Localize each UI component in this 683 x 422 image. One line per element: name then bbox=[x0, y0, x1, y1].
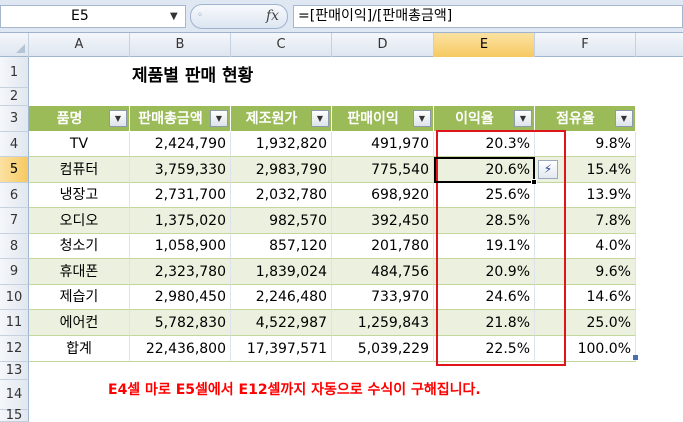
table-cell-total-sales[interactable]: 1,375,020 bbox=[130, 208, 231, 234]
row-header-3[interactable]: 3 bbox=[0, 106, 29, 132]
table-cell-cost[interactable]: 982,570 bbox=[231, 208, 332, 234]
sheet-title: 제품별 판매 현황 bbox=[132, 66, 254, 86]
column-header-e[interactable]: E bbox=[434, 33, 535, 57]
row-header-1[interactable]: 1 bbox=[0, 57, 29, 88]
name-box[interactable]: E5 bbox=[0, 5, 186, 28]
table-cell-profit[interactable]: 698,920 bbox=[332, 183, 434, 208]
row-header-14[interactable]: 14 bbox=[0, 380, 29, 410]
filter-dropdown-icon[interactable]: ▼ bbox=[311, 110, 329, 127]
table-cell-total-sales[interactable]: 2,980,450 bbox=[130, 285, 231, 310]
row-header-4[interactable]: 4 bbox=[0, 132, 29, 157]
table-cell-total-sales[interactable]: 3,759,330 bbox=[130, 157, 231, 183]
row-header-5[interactable]: 5 bbox=[0, 157, 29, 183]
row-header-12[interactable]: 12 bbox=[0, 336, 29, 362]
formula-input[interactable]: =[판매이익]/[판매총금액] bbox=[293, 5, 683, 28]
row-header-10[interactable]: 10 bbox=[0, 285, 29, 310]
formula-bar: E5 ▼ ◦ fx =[판매이익]/[판매총금액] bbox=[0, 0, 683, 33]
table-cell-cost[interactable]: 4,522,987 bbox=[231, 310, 332, 336]
header-label: 점유율 bbox=[556, 111, 595, 127]
table-cell-cost[interactable]: 1,839,024 bbox=[231, 259, 332, 285]
select-all-button[interactable] bbox=[0, 33, 29, 57]
table-cell-total-sales[interactable]: 2,424,790 bbox=[130, 132, 231, 157]
table-cell-profit[interactable]: 733,970 bbox=[332, 285, 434, 310]
row-header-13[interactable]: 13 bbox=[0, 362, 29, 380]
row-header-11[interactable]: 11 bbox=[0, 310, 29, 336]
table-cell-profit[interactable]: 5,039,229 bbox=[332, 336, 434, 362]
instruction-note: E4셀 마로 E5셀에서 E12셀까지 자동으로 수식이 구해집니다. bbox=[108, 382, 481, 398]
row-header-8[interactable]: 8 bbox=[0, 234, 29, 259]
header-label: 품명 bbox=[56, 111, 83, 127]
splitter-knob-icon: ◦ bbox=[197, 10, 203, 21]
table-cell-product[interactable]: 휴대폰 bbox=[29, 259, 130, 285]
column-header-b[interactable]: B bbox=[130, 33, 231, 57]
table-cell-cost[interactable]: 857,120 bbox=[231, 234, 332, 259]
column-header-a[interactable]: A bbox=[29, 33, 130, 57]
filter-dropdown-icon[interactable]: ▼ bbox=[210, 110, 228, 127]
table-header-profit[interactable]: 판매이익 ▼ bbox=[332, 106, 434, 132]
table-cell-total-sales[interactable]: 5,782,830 bbox=[130, 310, 231, 336]
table-cell-profit[interactable]: 484,756 bbox=[332, 259, 434, 285]
name-box-dropdown-icon[interactable]: ▼ bbox=[170, 5, 178, 28]
header-label: 이익율 bbox=[455, 111, 494, 127]
row-header-7[interactable]: 7 bbox=[0, 208, 29, 234]
filter-dropdown-icon[interactable]: ▼ bbox=[514, 110, 532, 127]
column-header-bar: A B C D E F bbox=[0, 33, 683, 57]
active-cell-e5[interactable] bbox=[434, 157, 535, 183]
table-cell-total-sales[interactable]: 22,436,800 bbox=[130, 336, 231, 362]
header-label: 제조원가 bbox=[245, 111, 298, 127]
table-cell-product[interactable]: 에어컨 bbox=[29, 310, 130, 336]
table-cell-product[interactable]: 컴퓨터 bbox=[29, 157, 130, 183]
table-cell-product[interactable]: 청소기 bbox=[29, 234, 130, 259]
table-cell-profit[interactable]: 201,780 bbox=[332, 234, 434, 259]
row-header-2[interactable]: 2 bbox=[0, 88, 29, 106]
table-cell-cost[interactable]: 17,397,571 bbox=[231, 336, 332, 362]
table-cell-total-sales[interactable]: 2,323,780 bbox=[130, 259, 231, 285]
filter-dropdown-icon[interactable]: ▼ bbox=[615, 110, 633, 127]
column-header-d[interactable]: D bbox=[332, 33, 434, 57]
column-header-c[interactable]: C bbox=[231, 33, 332, 57]
table-header-total-sales[interactable]: 판매총금액 ▼ bbox=[130, 106, 231, 132]
table-header-cost[interactable]: 제조원가 ▼ bbox=[231, 106, 332, 132]
table-header-margin[interactable]: 이익율 ▼ bbox=[434, 106, 535, 132]
table-cell-cost[interactable]: 2,246,480 bbox=[231, 285, 332, 310]
autofill-options-icon[interactable]: ⚡ bbox=[538, 160, 558, 179]
table-cell-total-sales[interactable]: 1,058,900 bbox=[130, 234, 231, 259]
table-cell-cost[interactable]: 1,932,820 bbox=[231, 132, 332, 157]
table-cell-profit[interactable]: 392,450 bbox=[332, 208, 434, 234]
row-header-6[interactable]: 6 bbox=[0, 183, 29, 208]
filter-dropdown-icon[interactable]: ▼ bbox=[109, 110, 127, 127]
filter-dropdown-icon[interactable]: ▼ bbox=[413, 110, 431, 127]
table-cell-profit[interactable]: 491,970 bbox=[332, 132, 434, 157]
table-cell-cost[interactable]: 2,032,780 bbox=[231, 183, 332, 208]
header-label: 판매총금액 bbox=[138, 111, 203, 127]
fill-handle[interactable] bbox=[531, 179, 537, 185]
table-cell-product[interactable]: 제습기 bbox=[29, 285, 130, 310]
column-header-f[interactable]: F bbox=[535, 33, 636, 57]
select-all-icon bbox=[16, 44, 25, 53]
table-cell-product[interactable]: 냉장고 bbox=[29, 183, 130, 208]
table-resize-handle[interactable] bbox=[633, 355, 638, 360]
table-cell-cost[interactable]: 2,983,790 bbox=[231, 157, 332, 183]
table-header-product[interactable]: 품명 ▼ bbox=[29, 106, 130, 132]
table-cell-profit[interactable]: 775,540 bbox=[332, 157, 434, 183]
table-header-share[interactable]: 점유율 ▼ bbox=[535, 106, 636, 132]
table-cell-product[interactable]: 오디오 bbox=[29, 208, 130, 234]
table-cell-total-sales[interactable]: 2,731,700 bbox=[130, 183, 231, 208]
row-header-9[interactable]: 9 bbox=[0, 259, 29, 285]
table-cell-profit[interactable]: 1,259,843 bbox=[332, 310, 434, 336]
row-header-15[interactable]: 15 bbox=[0, 409, 29, 422]
table-cell-product[interactable]: 합계 bbox=[29, 336, 130, 362]
table-cell-product[interactable]: TV bbox=[29, 132, 130, 157]
header-label: 판매이익 bbox=[347, 111, 399, 127]
function-icon[interactable]: fx bbox=[266, 8, 279, 24]
